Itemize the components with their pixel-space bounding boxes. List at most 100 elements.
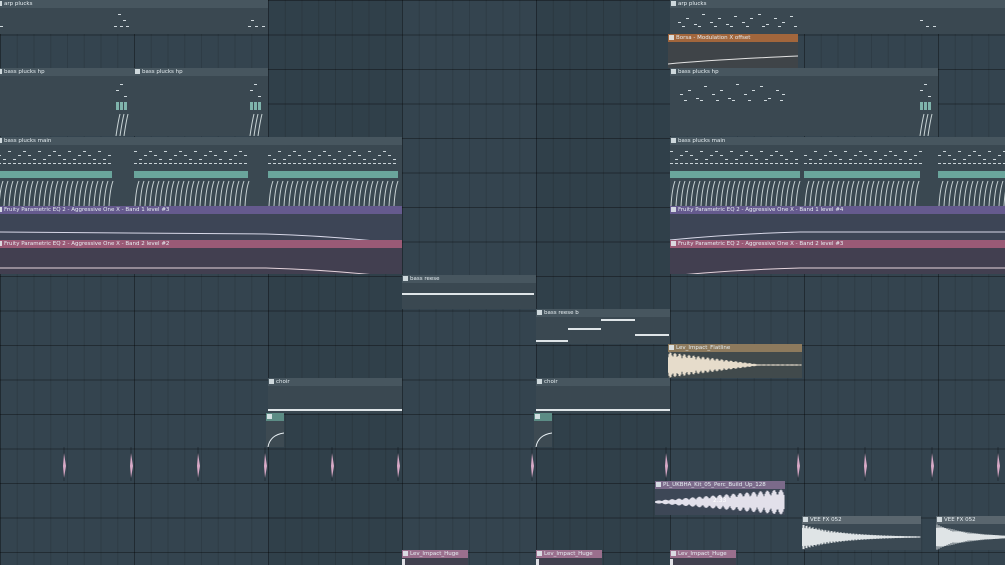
pattern-icon — [0, 138, 2, 143]
waveform — [936, 524, 1005, 550]
clip-body — [670, 558, 736, 565]
automation-icon — [0, 241, 2, 246]
clip-body — [670, 248, 1005, 274]
clip-header: Borsa - Modulation X offset — [668, 34, 798, 42]
audio-clip-lev-impact-huge[interactable]: Lev_Impact_Huge — [670, 550, 736, 565]
audio-clip-icon — [403, 551, 408, 556]
automation-icon — [671, 207, 676, 212]
clip-header: Lev_Impact_Huge — [670, 550, 736, 558]
clip-label: Fruity Parametric EQ 2 - Aggressive One … — [678, 241, 844, 247]
pattern-clip-choir[interactable]: choir — [536, 378, 670, 413]
clip-body — [268, 386, 402, 413]
audio-clip-lev-impact-huge[interactable]: Lev_Impact_Huge — [402, 550, 468, 565]
note-mini-notes — [536, 409, 670, 411]
clip-body — [0, 214, 402, 240]
clip-header: arp plucks — [0, 0, 268, 8]
pattern-icon — [537, 379, 542, 384]
audio-clip-icon — [803, 517, 808, 522]
automation-clip-eq-band2[interactable]: Fruity Parametric EQ 2 - Aggressive One … — [0, 240, 402, 274]
automation-icon — [669, 35, 674, 40]
pattern-clip-bass-plucks-hp[interactable]: bass plucks hp — [134, 68, 268, 136]
pattern-clip-bass-plucks-main[interactable]: bass plucks main — [0, 137, 402, 206]
clip-header: choir — [268, 378, 402, 386]
clip-body — [670, 76, 938, 136]
clip-header: Lev_Impact_Huge — [536, 550, 602, 558]
clip-label: bass plucks hp — [142, 69, 183, 75]
automation-curve — [535, 432, 552, 447]
clip-body — [802, 524, 921, 550]
clip-marker-label: 2.33 — [713, 497, 727, 504]
clip-header: PL_UKBHA_Kit_05_Perc_Build_Up_128 — [655, 481, 785, 489]
automation-clip-eq-band2[interactable]: Fruity Parametric EQ 2 - Aggressive One … — [670, 240, 1005, 274]
pattern-clip-bass-plucks-hp[interactable]: bass plucks hp — [670, 68, 938, 136]
clip-label: arp plucks — [4, 1, 33, 7]
clip-label: choir — [276, 379, 290, 385]
clip-body — [0, 248, 402, 274]
clip-label: arp plucks — [678, 1, 707, 7]
pattern-icon — [135, 69, 140, 74]
clip-header: Fruity Parametric EQ 2 - Aggressive One … — [670, 206, 1005, 214]
pattern-clip-arp-plucks[interactable]: arp plucks — [670, 0, 1005, 34]
pattern-icon — [403, 276, 408, 281]
automation-curve — [267, 432, 284, 447]
clip-label: choir — [544, 379, 558, 385]
automation-curve — [0, 231, 371, 240]
clip-label: bass reese — [410, 276, 440, 282]
automation-clip-borsa[interactable]: Borsa - Modulation X offset — [668, 34, 798, 68]
pattern-clip-bass-plucks-main[interactable]: bass plucks main — [670, 137, 1005, 206]
clip-label: bass plucks hp — [4, 69, 45, 75]
darker-bar — [536, 0, 670, 565]
clip-header: Lev_Impact_Flatline — [668, 344, 802, 352]
automation-curve — [685, 267, 1005, 274]
automation-clip-eq-band1[interactable]: Fruity Parametric EQ 2 - Aggressive One … — [0, 206, 402, 240]
note-mini-notes — [268, 409, 402, 411]
clip-header: bass plucks hp — [134, 68, 268, 76]
note-mini-notes — [115, 84, 129, 136]
waveform — [536, 559, 539, 565]
audio-clip-icon — [537, 551, 542, 556]
automation-clip-eq-band1[interactable]: Fruity Parametric EQ 2 - Aggressive One … — [670, 206, 1005, 240]
clip-body — [0, 145, 402, 206]
audio-clip-icon — [937, 517, 942, 522]
audio-clip-lev-impact-huge[interactable]: Lev_Impact_Huge — [536, 550, 602, 565]
note-mini-notes — [402, 293, 534, 295]
pattern-clip-bass-plucks-hp[interactable]: bass plucks hp — [0, 68, 134, 136]
clip-header: choir — [536, 378, 670, 386]
clip-label: Fruity Parametric EQ 2 - Aggressive One … — [4, 207, 170, 213]
waveform — [402, 559, 405, 565]
automation-clip-ramp[interactable] — [534, 413, 552, 447]
clip-header: Fruity Parametric EQ 2 - Aggressive One … — [670, 240, 1005, 248]
clip-body — [668, 352, 802, 378]
waveform — [802, 524, 921, 550]
darker-bar — [268, 0, 402, 565]
note-mini-notes — [0, 151, 399, 206]
automation-curve — [670, 231, 1005, 240]
clip-body — [536, 317, 670, 344]
audio-clip-icon — [656, 482, 661, 487]
pattern-icon — [0, 1, 2, 6]
clip-label: Lev_Impact_Huge — [410, 551, 459, 557]
clip-header: bass reese b — [536, 309, 670, 317]
automation-clip-ramp[interactable] — [266, 413, 284, 447]
audio-clip-pl-build-up[interactable]: PL_UKBHA_Kit_05_Perc_Build_Up_128 2.33 — [655, 481, 785, 515]
clip-body — [134, 76, 268, 136]
audio-clip-vee-fx[interactable]: VEE FX 052 — [936, 516, 1005, 550]
clip-body — [670, 214, 1005, 240]
audio-clip-vee-fx[interactable]: VEE FX 052 — [802, 516, 921, 550]
audio-clip-icon — [671, 551, 676, 556]
clip-label: bass plucks main — [4, 138, 52, 144]
playlist-grid[interactable]: arp plucks arp plucks Borsa - Modulation… — [0, 0, 1005, 565]
pattern-clip-bass-reese[interactable]: bass reese — [402, 275, 536, 309]
clip-label: Lev_Impact_Huge — [544, 551, 593, 557]
pattern-clip-arp-plucks[interactable]: arp plucks — [0, 0, 268, 34]
pattern-icon — [269, 379, 274, 384]
clip-header: bass plucks hp — [0, 68, 134, 76]
pattern-clip-choir[interactable]: choir — [268, 378, 402, 413]
clip-header: bass plucks hp — [670, 68, 938, 76]
pattern-clip-bass-reese-b[interactable]: bass reese b — [536, 309, 670, 344]
clip-header: arp plucks — [670, 0, 1005, 8]
audio-clip-lev-impact-flatline[interactable]: Lev_Impact_Flatline — [668, 344, 802, 378]
audio-clip-icon — [669, 345, 674, 350]
automation-icon — [671, 241, 676, 246]
pattern-icon — [537, 310, 542, 315]
